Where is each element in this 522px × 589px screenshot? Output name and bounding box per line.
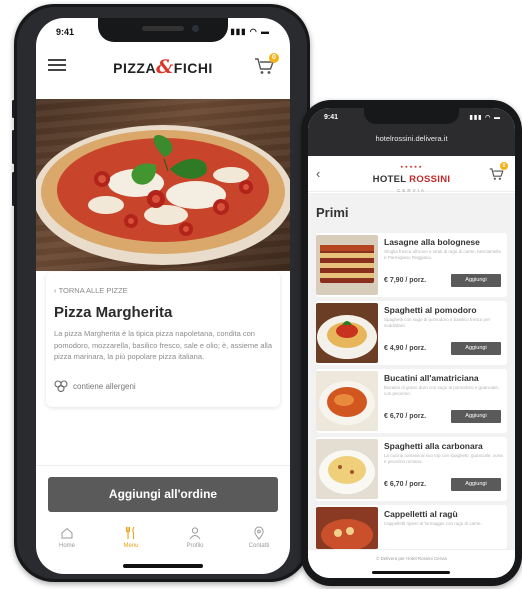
- tab-bar: Home Menu Profilo Contatti: [36, 526, 290, 562]
- status-time: 9:41: [324, 114, 339, 121]
- item-description: Bucatini di grano duro con sugo al pomod…: [384, 385, 500, 396]
- item-description: Spaghetti con sugo di pomodoro e basilic…: [384, 317, 491, 328]
- add-item-button[interactable]: Aggiungi: [451, 274, 501, 287]
- signal-wifi-battery-icon: ▮▮▮ ◠ ▬: [469, 115, 501, 121]
- notch: [364, 108, 459, 124]
- phone-main: 9:41 ▮▮▮ ◠ ▬ PIZZA&FICHI 0 ‹ TORNA ALLE …: [12, 4, 310, 582]
- cart-badge: 0: [500, 162, 508, 170]
- tab-home-label: Home: [58, 543, 75, 549]
- brand-name-red: ROSSINI: [409, 174, 451, 185]
- item-name: Bucatini all'amatriciana: [384, 373, 479, 383]
- footer-text: © Delivera per Hotel Rossini Cervia: [376, 556, 447, 561]
- item-thumbnail: [316, 235, 378, 295]
- url-bar[interactable]: hotelrossini.delivera.it: [308, 134, 515, 143]
- screen-secondary: 9:41 ▮▮▮ ◠ ▬ hotelrossini.delivera.it ‹ …: [308, 108, 515, 578]
- silent-switch: [12, 100, 15, 118]
- add-item-button[interactable]: Aggiungi: [451, 478, 501, 491]
- hotel-stars: ★★★★★: [400, 164, 423, 169]
- add-item-button[interactable]: Aggiungi: [451, 342, 501, 355]
- item-price: € 4,90 / porz.: [384, 345, 427, 352]
- item-thumbnail: [316, 439, 378, 499]
- user-icon: [189, 527, 201, 540]
- status-time: 9:41: [56, 27, 75, 37]
- item-name: Spaghetti al pomodoro: [384, 305, 477, 315]
- stage: 9:41 ▮▮▮ ◠ ▬ PIZZA&FICHI 0 ‹ TORNA ALLE …: [0, 0, 522, 589]
- item-price: € 6,70 / porz.: [384, 481, 427, 488]
- allergens-link[interactable]: contiene allergeni: [54, 380, 136, 392]
- menu-content: Primi Lasagne alla bolognese Sfoglia fre…: [308, 193, 515, 549]
- tab-profile-label: Profilo: [186, 543, 204, 549]
- location-icon: [254, 526, 264, 540]
- brand-logo-right: FICHI: [173, 60, 213, 76]
- screen-main: 9:41 ▮▮▮ ◠ ▬ PIZZA&FICHI 0 ‹ TORNA ALLE …: [36, 18, 290, 574]
- home-indicator: [123, 564, 203, 568]
- notch: [98, 18, 228, 42]
- volume-up-button: [12, 130, 15, 164]
- item-thumbnail: [316, 303, 378, 363]
- section-title: Primi: [316, 205, 349, 220]
- app-header: PIZZA&FICHI 0: [36, 50, 290, 80]
- home-indicator: [372, 571, 450, 574]
- brand-prefix: HOTEL: [372, 174, 407, 185]
- tab-contacts-label: Contatti: [248, 543, 270, 549]
- item-description: La cucina romana al suo top con spaghett…: [384, 453, 503, 464]
- app-header: ‹ ★★★★★ HOTEL ROSSINI CERVIA 0: [308, 156, 515, 193]
- signal-wifi-battery-icon: ▮▮▮ ◠ ▬: [230, 27, 270, 36]
- cappelletti-image: [316, 507, 378, 549]
- tab-menu-label: Menu: [123, 543, 139, 549]
- bucatini-image: [316, 371, 378, 431]
- cart-button[interactable]: 0: [489, 162, 508, 182]
- carbonara-image: [316, 439, 378, 499]
- item-thumbnail: [316, 371, 378, 431]
- cart-badge: 0: [269, 53, 279, 63]
- item-price: € 7,90 / porz.: [384, 277, 427, 284]
- item-name: Spaghetti alla carbonara: [384, 441, 483, 451]
- menu-item: Spaghetti al pomodoro Spaghetti con sugo…: [316, 301, 507, 365]
- menu-item: Bucatini all'amatriciana Bucatini di gra…: [316, 369, 507, 433]
- back-link-label: TORNA ALLE PIZZE: [58, 286, 128, 295]
- product-description: La pizza Margherita è la tipica pizza na…: [54, 329, 273, 361]
- item-description: Sfoglia fresca all'uovo e strati di ragù…: [384, 249, 501, 260]
- item-name: Cappelletti al ragù: [384, 509, 458, 519]
- brand-name: HOTEL ROSSINI: [373, 174, 451, 185]
- allergens-label: contiene allergeni: [73, 381, 136, 391]
- tab-profile[interactable]: Profilo: [170, 526, 220, 549]
- brand-logo-left: PIZZA: [113, 60, 157, 76]
- tab-menu[interactable]: Menu: [106, 526, 156, 549]
- add-to-order-button[interactable]: Aggiungi all'ordine: [48, 477, 278, 512]
- menu-item: Cappelletti al ragù Cappelletti ripieni …: [316, 505, 507, 549]
- lasagne-image: [316, 235, 378, 295]
- item-thumbnail: [316, 507, 378, 549]
- spaghetti-pomodoro-image: [316, 303, 378, 363]
- brand-logo[interactable]: PIZZA&FICHI: [36, 56, 290, 78]
- pizza-illustration: [36, 125, 290, 265]
- brand-logo[interactable]: ★★★★★ HOTEL ROSSINI CERVIA: [308, 164, 515, 193]
- allergens-icon: [54, 380, 68, 392]
- add-item-button[interactable]: Aggiungi: [451, 410, 501, 423]
- menu-item: Spaghetti alla carbonara La cucina roman…: [316, 437, 507, 501]
- cutlery-icon: [125, 526, 135, 539]
- brand-logo-amp: &: [156, 56, 174, 78]
- menu-item: Lasagne alla bolognese Sfoglia fresca al…: [316, 233, 507, 297]
- divider: [36, 465, 290, 466]
- volume-down-button: [12, 172, 15, 206]
- item-name: Lasagne alla bolognese: [384, 237, 480, 247]
- product-image: [36, 99, 290, 271]
- tab-home[interactable]: Home: [42, 526, 92, 549]
- home-icon: [61, 527, 73, 539]
- tab-contacts[interactable]: Contatti: [234, 526, 284, 549]
- item-price: € 6,70 / porz.: [384, 413, 427, 420]
- product-card: ‹ TORNA ALLE PIZZE Pizza Margherita La p…: [46, 272, 280, 407]
- item-description: Cappelletti ripieni al formaggio con rag…: [384, 521, 482, 526]
- browser-bar: 9:41 ▮▮▮ ◠ ▬ hotelrossini.delivera.it: [308, 108, 515, 156]
- phone-secondary: 9:41 ▮▮▮ ◠ ▬ hotelrossini.delivera.it ‹ …: [301, 100, 522, 586]
- back-link[interactable]: ‹ TORNA ALLE PIZZE: [54, 286, 128, 295]
- product-title: Pizza Margherita: [54, 304, 173, 321]
- cart-button[interactable]: 0: [254, 53, 279, 76]
